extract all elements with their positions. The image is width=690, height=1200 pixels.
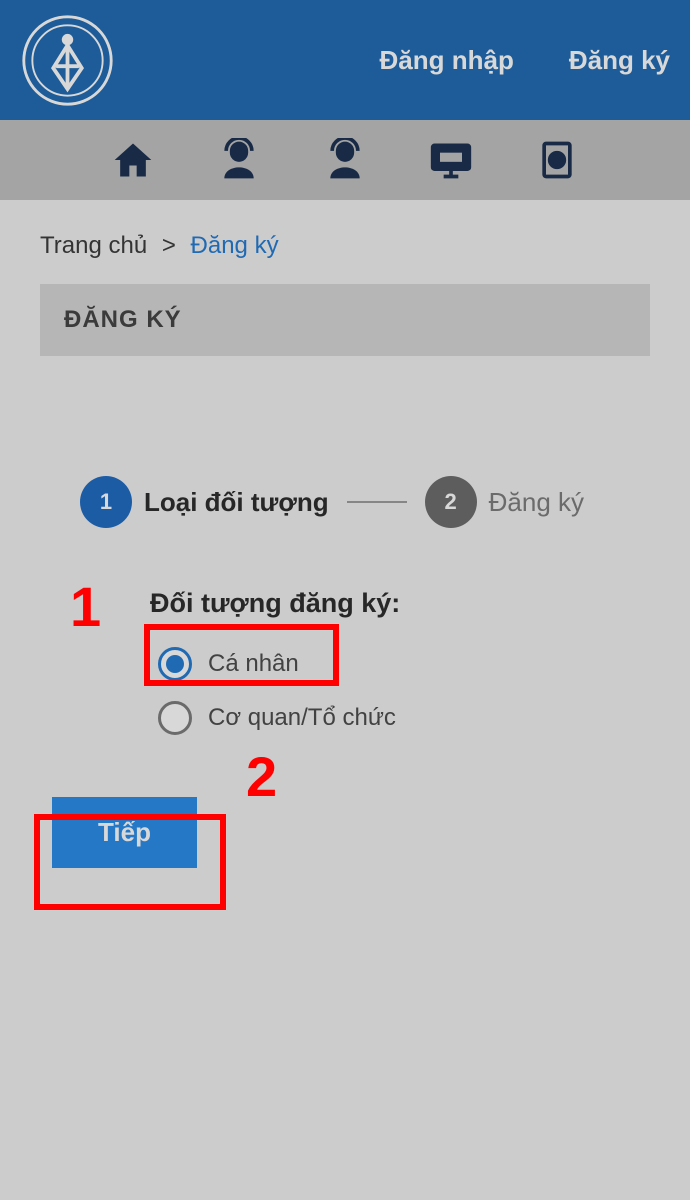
radio-option-individual[interactable]: Cá nhân [150, 637, 319, 691]
step-2-label: Đăng ký [489, 487, 584, 518]
step-separator [347, 501, 407, 503]
bhxh-logo-icon [20, 13, 115, 108]
step-2-circle: 2 [425, 476, 477, 528]
breadcrumb: Trang chủ > Đăng ký [40, 232, 650, 260]
document-play-icon[interactable] [533, 136, 581, 184]
nav-icon-bar [0, 120, 690, 200]
top-header: Đăng nhập Đăng ký [0, 0, 690, 120]
next-button[interactable]: Tiếp [52, 797, 197, 868]
radio-icon [158, 647, 192, 681]
monitor-icon[interactable] [427, 136, 475, 184]
support-person-icon-2[interactable] [321, 136, 369, 184]
breadcrumb-separator: > [162, 232, 176, 259]
header-auth-links: Đăng nhập Đăng ký [380, 45, 671, 76]
content-area: Trang chủ > Đăng ký ĐĂNG KÝ 1 Loại đối t… [0, 200, 690, 900]
login-link[interactable]: Đăng nhập [380, 45, 514, 76]
support-person-icon[interactable] [215, 136, 263, 184]
register-link[interactable]: Đăng ký [569, 45, 670, 76]
breadcrumb-current: Đăng ký [191, 232, 279, 259]
next-button-wrap: Tiếp [40, 797, 650, 868]
form-title: ĐĂNG KÝ [40, 284, 650, 356]
field-area: Đối tượng đăng ký: Cá nhân Cơ quan/Tổ ch… [40, 588, 650, 745]
page-root: Đăng nhập Đăng ký [0, 0, 690, 1200]
field-label: Đối tượng đăng ký: [150, 588, 650, 619]
radio-icon [158, 701, 192, 735]
home-icon[interactable] [109, 136, 157, 184]
stepper: 1 Loại đối tượng 2 Đăng ký [40, 476, 650, 528]
step-1-label: Loại đối tượng [144, 487, 329, 518]
step-1-circle: 1 [80, 476, 132, 528]
radio-label: Cá nhân [208, 650, 299, 678]
breadcrumb-home[interactable]: Trang chủ [40, 232, 147, 259]
logo[interactable] [20, 13, 115, 108]
radio-option-organization[interactable]: Cơ quan/Tổ chức [150, 691, 416, 745]
radio-label: Cơ quan/Tổ chức [208, 704, 396, 732]
